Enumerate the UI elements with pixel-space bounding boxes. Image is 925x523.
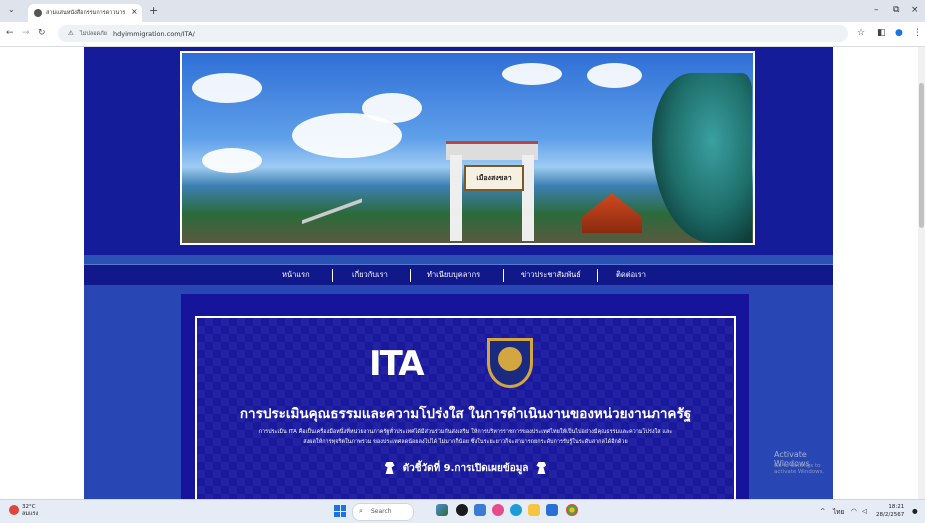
immigration-seal-icon: [487, 338, 533, 388]
edge-icon[interactable]: [510, 504, 522, 516]
files-icon[interactable]: [474, 504, 486, 516]
weather-icon[interactable]: [9, 505, 19, 515]
ita-headline: การประเมินคุณธรรมและความโปร่งใส ในการดำเ…: [239, 406, 692, 422]
header-banner-image: เมืองสงขลา: [180, 51, 755, 245]
banner-divider: [84, 255, 833, 264]
browser-tab[interactable]: สามแสนหนังสือกรรมการดาวนาร ×: [28, 4, 142, 22]
city-gate: เมืองสงขลา: [446, 141, 538, 241]
ita-description: การประเมิน ITA คือเป็นเครื่องมือหนึ่งที่…: [197, 427, 734, 447]
nav-news[interactable]: ข่าวประชาสัมพันธ์: [521, 265, 581, 285]
chrome-icon[interactable]: [566, 504, 578, 516]
restore-button[interactable]: ⧉: [893, 5, 899, 15]
warning-triangle-icon[interactable]: ⚠: [68, 29, 74, 37]
browser-menu-icon[interactable]: ⋮: [913, 28, 922, 38]
clock-time: 18:21: [888, 504, 905, 510]
main-nav: หน้าแรก เกี่ยวกับเรา ทำเนียบบุคลากร ข่าว…: [84, 264, 833, 286]
nav-contact[interactable]: ติดต่อเรา: [616, 265, 646, 285]
landscape-widget-icon[interactable]: [436, 504, 448, 516]
store-icon[interactable]: [546, 504, 558, 516]
nav-about[interactable]: เกี่ยวกับเรา: [352, 265, 388, 285]
indicator-text: ตัวชี้วัดที่ 9.การเปิดเผยข้อมูล: [402, 463, 529, 474]
file-explorer-icon[interactable]: [528, 504, 540, 516]
tab-list-chevron-icon[interactable]: ⌄: [8, 5, 15, 14]
site-container: เมืองสงขลา หน้าแรก เกี่ยวกับเรา ทำเนียบบ…: [84, 47, 833, 499]
system-clock[interactable]: 18:21 28/2/2567: [876, 503, 904, 519]
tab-title: สามแสนหนังสือกรรมการดาวนาร: [46, 10, 126, 16]
indicator-heading[interactable]: ตัวชี้วัดที่ 9.การเปิดเผยข้อมูล: [197, 461, 734, 476]
windows-start-icon[interactable]: [334, 505, 346, 517]
back-arrow-icon[interactable]: ←: [6, 28, 14, 38]
ita-panel: ITA การประเมินคุณธรรมและความโปร่งใส ในกา…: [181, 294, 749, 499]
police-officer-icon: [384, 462, 395, 474]
task-view-icon[interactable]: [456, 504, 468, 516]
address-bar[interactable]: ⚠ ไม่ปลอดภัย hdyimmigration.com/ITA/: [58, 25, 848, 42]
bookmark-star-icon[interactable]: ☆: [857, 28, 865, 38]
banner-sign-text: เมืองสงขลา: [464, 165, 524, 191]
description-line-2: ส่งผลให้การทุจริตในภาพรวม ของประเทศลดน้อ…: [303, 439, 628, 445]
browser-toolbar: ← → ↻ ⚠ ไม่ปลอดภัย hdyimmigration.com/IT…: [0, 22, 925, 47]
scrollbar-thumb[interactable]: [919, 83, 924, 228]
minimize-button[interactable]: –: [874, 5, 879, 15]
weather-desc: ลมแรง: [22, 511, 39, 517]
site-favicon-icon: [34, 9, 42, 17]
weather-temp: 32°C: [22, 504, 36, 510]
close-window-button[interactable]: ×: [911, 5, 919, 15]
app-icon[interactable]: [492, 504, 504, 516]
page-scrollbar[interactable]: [918, 47, 925, 499]
profile-icon[interactable]: ●: [895, 28, 903, 38]
activate-windows-subtitle: Go to Settings to activate Windows.: [774, 463, 825, 475]
ita-logo: ITA: [369, 344, 425, 384]
police-officer-icon: [536, 462, 547, 474]
forward-arrow-icon[interactable]: →: [22, 28, 30, 38]
nav-home[interactable]: หน้าแรก: [282, 265, 310, 285]
url-text[interactable]: hdyimmigration.com/ITA/: [113, 30, 195, 38]
ita-card: ITA การประเมินคุณธรรมและความโปร่งใส ในกา…: [195, 316, 736, 499]
page-viewport: เมืองสงขลา หน้าแรก เกี่ยวกับเรา ทำเนียบบ…: [0, 47, 918, 499]
taskbar-search[interactable]: ⌕ Search: [352, 503, 414, 521]
nav-staff[interactable]: ทำเนียบบุคลากร: [427, 265, 480, 285]
sidepanel-icon[interactable]: ◧: [877, 28, 886, 38]
volume-icon[interactable]: ◁: [862, 507, 867, 515]
language-indicator[interactable]: ไทย: [833, 507, 844, 517]
notification-bell-icon[interactable]: ●: [912, 507, 918, 515]
windows-taskbar: 32°C ลมแรง ⌕ Search ^ ไทย ◠ ◁ 18:21 28/2…: [0, 499, 925, 523]
clock-date: 28/2/2567: [876, 512, 905, 518]
search-icon: ⌕: [359, 507, 363, 515]
tab-close-icon[interactable]: ×: [131, 7, 138, 16]
tray-chevron-icon[interactable]: ^: [820, 507, 825, 515]
weather-widget[interactable]: 32°C ลมแรง: [22, 504, 38, 518]
new-tab-button[interactable]: +: [149, 4, 158, 17]
security-label[interactable]: ไม่ปลอดภัย: [80, 30, 107, 38]
browser-tab-bar: ⌄ สามแสนหนังสือกรรมการดาวนาร × + – ⧉ ×: [0, 0, 925, 22]
reload-icon[interactable]: ↻: [38, 28, 46, 38]
content-area: ITA การประเมินคุณธรรมและความโปร่งใส ในกา…: [84, 285, 833, 499]
search-placeholder: Search: [371, 508, 392, 515]
description-line-1: การประเมิน ITA คือเป็นเครื่องมือหนึ่งที่…: [258, 429, 673, 435]
wifi-icon[interactable]: ◠: [851, 507, 857, 515]
